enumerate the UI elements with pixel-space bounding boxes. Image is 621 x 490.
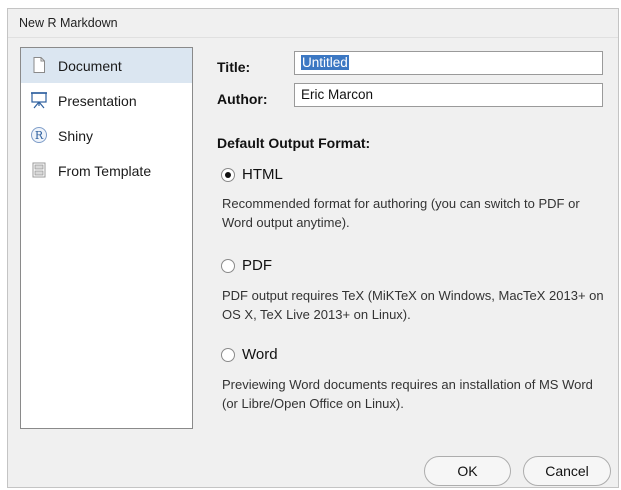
title-input[interactable]: Untitled xyxy=(294,51,603,75)
window-title: New R Markdown xyxy=(19,16,118,30)
author-input[interactable]: Eric Marcon xyxy=(294,83,603,107)
document-icon xyxy=(30,56,48,74)
radio-button-word[interactable] xyxy=(221,348,235,362)
radio-word[interactable]: Word xyxy=(221,346,311,366)
new-r-markdown-dialog: New R Markdown Document Presentation R S… xyxy=(7,8,619,488)
word-description: Previewing Word documents requires an in… xyxy=(222,377,593,411)
sidebar-item-from-template[interactable]: From Template xyxy=(21,153,192,188)
radio-button-html[interactable] xyxy=(221,168,235,182)
radio-label-pdf: PDF xyxy=(242,257,272,274)
radio-button-pdf[interactable] xyxy=(221,259,235,273)
sidebar-item-label: From Template xyxy=(58,163,152,179)
sidebar-item-label: Presentation xyxy=(58,93,137,109)
template-icon xyxy=(30,161,48,179)
radio-pdf[interactable]: PDF xyxy=(221,257,311,277)
cancel-button[interactable]: Cancel xyxy=(523,456,611,486)
ok-button[interactable]: OK xyxy=(424,456,511,486)
presentation-icon xyxy=(30,91,48,109)
sidebar-item-document[interactable]: Document xyxy=(21,48,192,83)
sidebar-item-presentation[interactable]: Presentation xyxy=(21,83,192,118)
title-bar[interactable]: New R Markdown xyxy=(8,9,618,38)
author-label: Author: xyxy=(217,91,268,107)
title-label: Title: xyxy=(217,59,251,75)
sidebar-item-shiny[interactable]: R Shiny xyxy=(21,118,192,153)
svg-text:R: R xyxy=(35,129,44,142)
default-output-format-heading: Default Output Format: xyxy=(217,135,371,151)
radio-label-html: HTML xyxy=(242,166,283,183)
sidebar-item-label: Document xyxy=(58,58,122,74)
pdf-description: PDF output requires TeX (MiKTeX on Windo… xyxy=(222,288,604,322)
html-description: Recommended format for authoring (you ca… xyxy=(222,196,580,230)
sidebar-item-label: Shiny xyxy=(58,128,94,144)
shiny-r-icon: R xyxy=(30,126,48,144)
author-input-value: Eric Marcon xyxy=(301,87,374,102)
document-type-list: Document Presentation R Shiny From Templ… xyxy=(20,47,193,429)
radio-label-word: Word xyxy=(242,346,278,363)
radio-html[interactable]: HTML xyxy=(221,166,311,186)
title-input-value: Untitled xyxy=(301,55,349,70)
